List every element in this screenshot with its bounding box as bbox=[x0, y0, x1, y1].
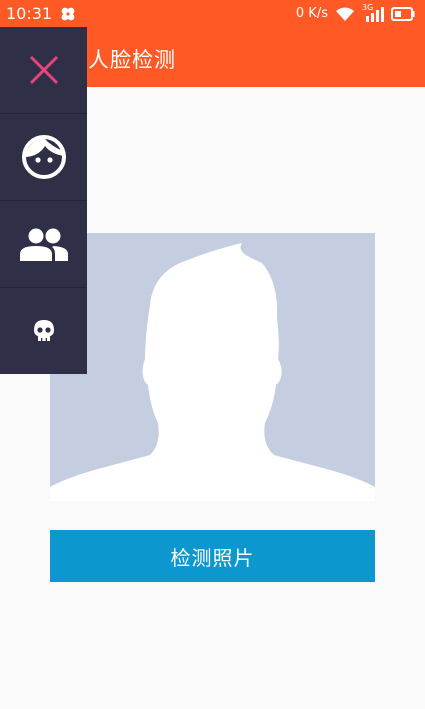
status-left: 10:31 bbox=[6, 4, 76, 23]
side-menu-item-face[interactable] bbox=[0, 114, 87, 201]
signal-icon bbox=[366, 6, 384, 22]
side-menu-item-skull[interactable] bbox=[0, 288, 87, 374]
battery-icon bbox=[391, 6, 415, 21]
network-speed: 0 K/s bbox=[295, 6, 328, 21]
detect-photo-button[interactable]: 检测照片 bbox=[50, 530, 375, 582]
page-title: 人脸检测 bbox=[88, 48, 176, 72]
status-bar: 10:31 0 K/s 3G bbox=[0, 0, 425, 27]
wifi-icon bbox=[336, 7, 354, 21]
side-menu-item-close[interactable] bbox=[0, 27, 87, 114]
face-icon bbox=[21, 135, 66, 179]
group-icon bbox=[19, 228, 68, 261]
person-silhouette-icon bbox=[50, 243, 375, 501]
side-menu bbox=[0, 27, 87, 374]
photo-placeholder[interactable] bbox=[50, 233, 375, 501]
side-menu-item-group[interactable] bbox=[0, 201, 87, 288]
app-notification-icon bbox=[61, 7, 75, 20]
cellular-signal: 3G bbox=[362, 3, 384, 22]
status-right: 0 K/s 3G bbox=[295, 3, 415, 22]
close-icon bbox=[29, 55, 58, 85]
skull-icon bbox=[33, 320, 54, 341]
status-time: 10:31 bbox=[6, 4, 53, 23]
